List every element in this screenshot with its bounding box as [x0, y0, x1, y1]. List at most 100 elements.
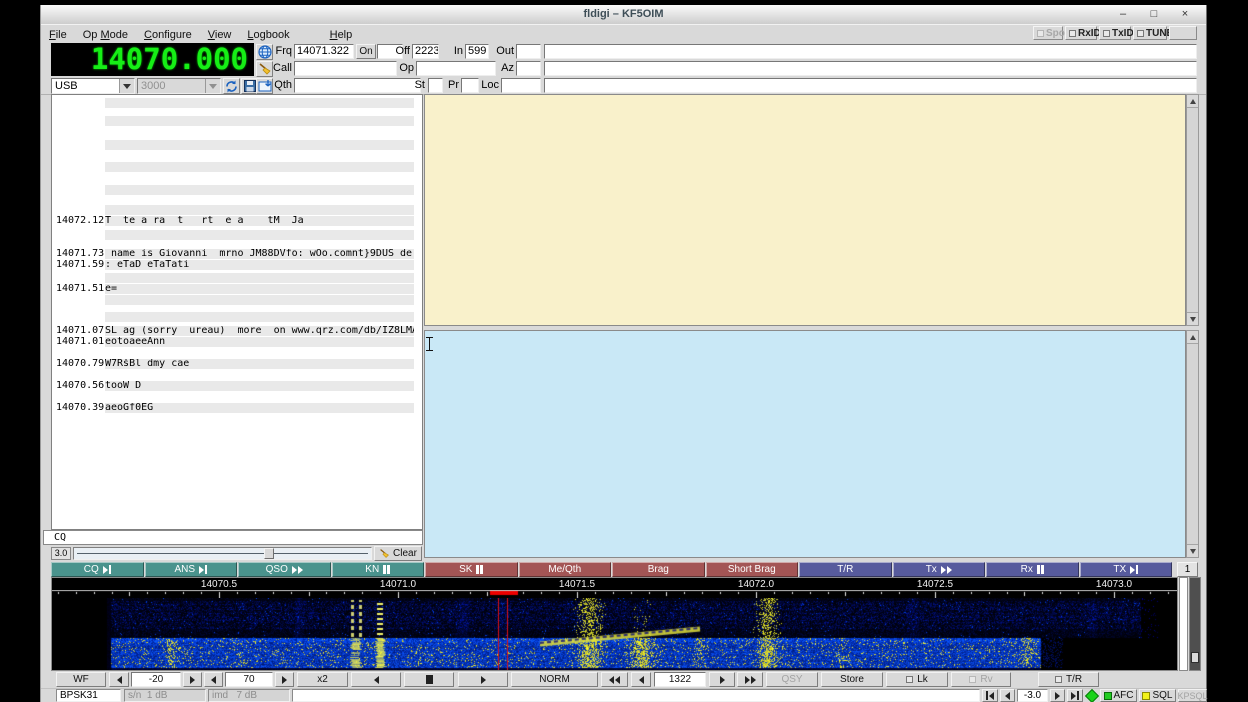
macro-button-tx[interactable]: TX	[1080, 562, 1173, 577]
macro-button-rx[interactable]: Rx	[986, 562, 1079, 577]
browser-row[interactable]: 14071.01eotoaeeAnn	[52, 337, 422, 347]
browser-row[interactable]	[52, 312, 422, 322]
waterfall-display[interactable]	[52, 598, 1177, 670]
seek-text-row[interactable]: CQ	[43, 530, 423, 545]
browser-row[interactable]	[52, 205, 422, 215]
txrx-toggle[interactable]: T/R	[1038, 672, 1099, 687]
macro-button-me-qth[interactable]: Me/Qth	[519, 562, 612, 577]
macro-button-tx[interactable]: Tx	[893, 562, 986, 577]
browser-row[interactable]: 14070.56tooW D	[52, 381, 422, 391]
qsy-button[interactable]: QSY	[766, 672, 818, 687]
store-button[interactable]: Store	[821, 672, 883, 687]
spare-button[interactable]	[1169, 26, 1197, 40]
txid-toggle[interactable]: TxID	[1099, 26, 1131, 40]
macro-button-brag[interactable]: Brag	[612, 562, 705, 577]
browser-row[interactable]	[52, 185, 422, 195]
title-bar[interactable]: fldigi – KF5OIM – □ ×	[41, 5, 1206, 25]
sync-icon[interactable]	[223, 78, 240, 94]
slider-handle[interactable]	[264, 548, 274, 559]
shift-left-button[interactable]	[351, 672, 401, 687]
afc-offset-value[interactable]: -3.0	[1017, 689, 1048, 702]
browser-row[interactable]	[52, 162, 422, 172]
macro-button-qso[interactable]: QSO	[238, 562, 331, 577]
macro-button-kn[interactable]: KN	[332, 562, 425, 577]
macro-button-ans[interactable]: ANS	[145, 562, 238, 577]
qrz-globe-icon[interactable]	[256, 44, 273, 60]
pr-field[interactable]	[461, 78, 479, 93]
notes-field-1[interactable]	[544, 44, 1197, 59]
carrier-fast-right[interactable]	[737, 672, 763, 687]
menu-file[interactable]: File	[41, 28, 75, 42]
afc-offset-fast-left-button[interactable]	[982, 689, 998, 702]
browser-row[interactable]: 14071.07SL ag (sorry ureau) more on www.…	[52, 326, 422, 336]
waterfall-side-slider[interactable]	[1189, 577, 1201, 671]
carrier-left[interactable]	[631, 672, 651, 687]
minimize-button[interactable]: –	[1116, 7, 1130, 21]
browser-row[interactable]: 14070.39aeoGf0EG	[52, 403, 422, 413]
kpsql-toggle[interactable]: KPSQL	[1178, 689, 1207, 702]
menu-configure[interactable]: Configure	[136, 28, 200, 42]
macro-button-short-brag[interactable]: Short Brag	[706, 562, 799, 577]
browser-row[interactable]: 14071.59: eTaD eTaTati	[52, 260, 422, 270]
browser-row[interactable]	[52, 98, 422, 108]
macro-button-cq[interactable]: CQ	[51, 562, 144, 577]
rx-text-panel[interactable]	[424, 94, 1186, 326]
browser-row[interactable]	[52, 116, 422, 126]
qth-field[interactable]	[294, 78, 421, 93]
browser-row[interactable]: 14072.12T te a ra t rt e a tM Ja	[52, 216, 422, 226]
browser-row[interactable]	[52, 295, 422, 305]
rst-in-field[interactable]: 599	[465, 44, 489, 59]
stop-scroll-button[interactable]	[404, 672, 454, 687]
on-button[interactable]: On	[356, 44, 376, 59]
rxid-toggle[interactable]: RxID	[1065, 26, 1097, 40]
chevron-down-icon[interactable]	[119, 79, 134, 93]
tx-text-panel[interactable]	[424, 330, 1186, 558]
browser-row[interactable]	[52, 273, 422, 283]
browser-row[interactable]: 14071.73 name is Giovanni mrno JM88DVfo:…	[52, 249, 422, 259]
st-field[interactable]	[428, 78, 443, 93]
shift-right-button[interactable]	[458, 672, 508, 687]
bandwidth-select[interactable]: 3000	[137, 78, 221, 94]
signal-range-value[interactable]: -20	[131, 672, 181, 687]
signal-range-down[interactable]	[109, 672, 129, 687]
carrier-frequency-value[interactable]: 1322	[654, 672, 706, 687]
afc-offset-left-button[interactable]	[1000, 689, 1015, 702]
scroll-down-icon[interactable]	[1187, 312, 1198, 325]
tune-toggle[interactable]: TUNE	[1133, 26, 1167, 40]
menu-op-mode[interactable]: Op Mode	[75, 28, 136, 42]
rig-mode-select[interactable]: USB	[51, 78, 135, 94]
offset-up[interactable]	[275, 672, 294, 687]
offset-down[interactable]	[204, 672, 223, 687]
call-field[interactable]	[294, 61, 397, 76]
xmt-level-slider[interactable]	[73, 547, 372, 560]
loc-field[interactable]	[501, 78, 541, 93]
spot-toggle[interactable]: Spot	[1033, 26, 1063, 40]
close-button[interactable]: ×	[1178, 7, 1192, 21]
wf-mode-button[interactable]: WF	[56, 672, 106, 687]
frequency-display[interactable]: 14070.000	[51, 43, 254, 76]
macro-button-sk[interactable]: SK	[425, 562, 518, 577]
slider-handle[interactable]	[1191, 652, 1199, 663]
op-field[interactable]	[416, 61, 496, 76]
scroll-down-icon[interactable]	[1187, 544, 1198, 557]
frequency-field[interactable]: 14071.322	[294, 44, 354, 59]
browser-row[interactable]: 14070.79W7RšBl dmy cae	[52, 359, 422, 369]
macro-button-t-r[interactable]: T/R	[799, 562, 892, 577]
macro-page-button[interactable]: 1	[1177, 562, 1198, 577]
afc-offset-right-button[interactable]	[1050, 689, 1065, 702]
menu-help[interactable]: Help	[322, 28, 361, 42]
menu-logbook[interactable]: Logbook	[239, 28, 297, 42]
afc-offset-fast-right-button[interactable]	[1067, 689, 1083, 702]
scroll-up-icon[interactable]	[1187, 331, 1198, 344]
chevron-down-icon[interactable]	[205, 79, 220, 93]
zoom-x2-button[interactable]: x2	[297, 672, 348, 687]
menu-view[interactable]: View	[200, 28, 240, 42]
browser-row[interactable]: 14071.51e=	[52, 284, 422, 294]
rst-out-field[interactable]	[516, 44, 541, 59]
signal-range-up[interactable]	[183, 672, 202, 687]
browser-row[interactable]	[52, 230, 422, 240]
mode-status[interactable]: BPSK31	[56, 689, 121, 702]
speed-norm-button[interactable]: NORM	[511, 672, 598, 687]
scroll-up-icon[interactable]	[1187, 95, 1198, 108]
carrier-fast-left[interactable]	[601, 672, 628, 687]
